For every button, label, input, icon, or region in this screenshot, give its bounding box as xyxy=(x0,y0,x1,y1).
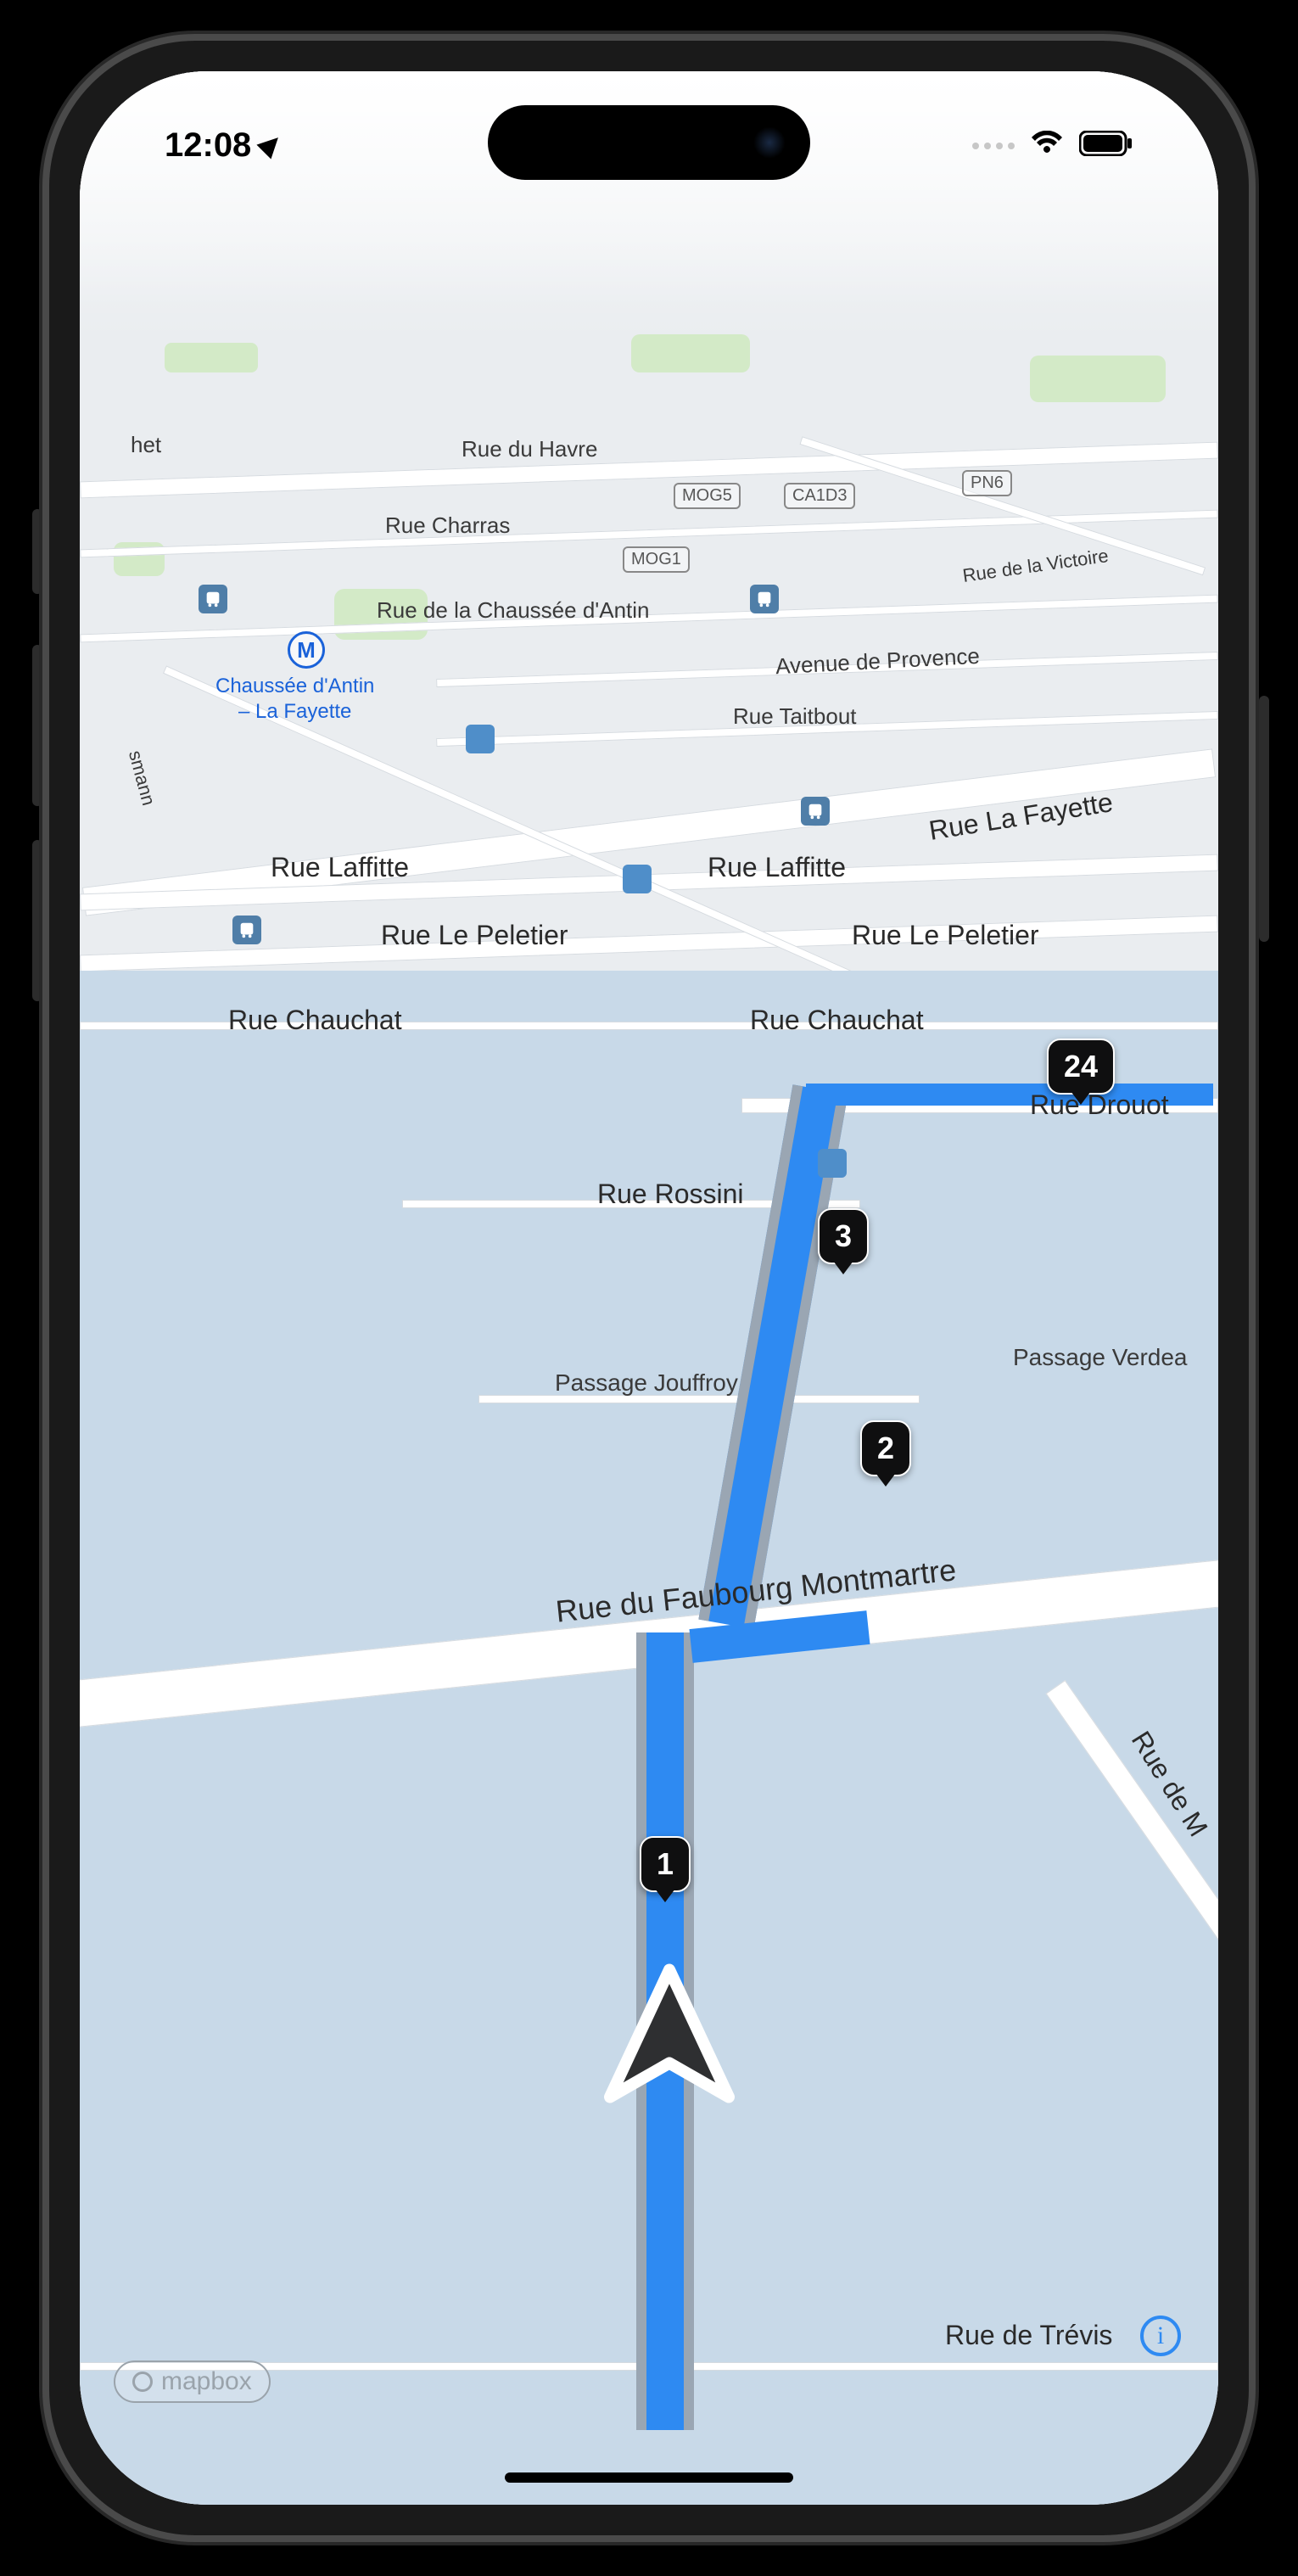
street-label: Rue de Trévis xyxy=(945,2320,1112,2351)
street-label: smann xyxy=(124,748,159,809)
street-label: Rue Chauchat xyxy=(750,1005,924,1036)
wifi-icon xyxy=(1030,126,1064,165)
street-label: Rue de la Chaussée d'Antin xyxy=(377,597,650,624)
map-lower-region: Rue Chauchat Rue Chauchat Rue Drouot Rue… xyxy=(80,971,1218,2505)
street-label: Passage Verdea xyxy=(1013,1344,1188,1371)
street-label: Rue Le Peletier xyxy=(381,920,568,951)
cell-dots-icon xyxy=(972,143,1015,149)
route-badge: PN6 xyxy=(962,470,1012,496)
route-badge: CA1D3 xyxy=(784,483,855,509)
street-label: Rue Rossini xyxy=(597,1179,744,1210)
street-label: Rue Laffitte xyxy=(708,852,846,883)
screen[interactable]: 12:08 xyxy=(80,71,1218,2505)
metro-icon[interactable]: M xyxy=(288,631,325,669)
dynamic-island xyxy=(488,105,810,180)
bus-stop-icon xyxy=(750,585,779,613)
street-label: Rue de la Victoire xyxy=(961,545,1110,587)
waypoint-marker[interactable]: 1 xyxy=(640,1836,691,1892)
route-badge: MOG1 xyxy=(623,546,690,573)
street-label: Rue Laffitte xyxy=(271,852,409,883)
street-label: Rue Charras xyxy=(385,512,510,539)
street-label: Passage Jouffroy xyxy=(555,1369,738,1397)
street-label: Avenue de Provence xyxy=(775,643,980,680)
battery-icon xyxy=(1079,126,1133,165)
street-label: Rue Le Peletier xyxy=(852,920,1039,951)
map-attribution[interactable]: mapbox xyxy=(114,2360,271,2403)
waypoint-marker[interactable]: 2 xyxy=(860,1420,911,1476)
bike-share-icon xyxy=(466,725,495,753)
location-icon xyxy=(257,130,286,159)
metro-station-label[interactable]: Chaussée d'Antin – La Fayette xyxy=(215,674,374,725)
bike-share-icon xyxy=(818,1149,847,1178)
home-indicator[interactable] xyxy=(505,2472,793,2483)
street-label: Rue Chauchat xyxy=(228,1005,402,1036)
current-location-arrow xyxy=(585,1953,754,2127)
street-label: het xyxy=(131,432,161,458)
street-label: Rue du Havre xyxy=(462,436,597,462)
waypoint-marker[interactable]: 24 xyxy=(1047,1039,1115,1095)
bus-stop-icon xyxy=(801,797,830,826)
mapbox-pin-icon xyxy=(132,2372,153,2392)
status-time: 12:08 xyxy=(165,126,251,165)
phone-frame: 12:08 xyxy=(42,34,1256,2542)
bus-stop-icon xyxy=(232,916,261,944)
bike-share-icon xyxy=(623,865,652,893)
route-badge: MOG5 xyxy=(674,483,741,509)
waypoint-marker[interactable]: 3 xyxy=(818,1208,869,1264)
bus-stop-icon xyxy=(199,585,227,613)
map-canvas[interactable]: Rue du Havre het Rue Charras Rue de la C… xyxy=(80,71,1218,2505)
street-label: Rue Taitbout xyxy=(733,703,857,730)
info-icon[interactable]: i xyxy=(1140,2316,1181,2356)
